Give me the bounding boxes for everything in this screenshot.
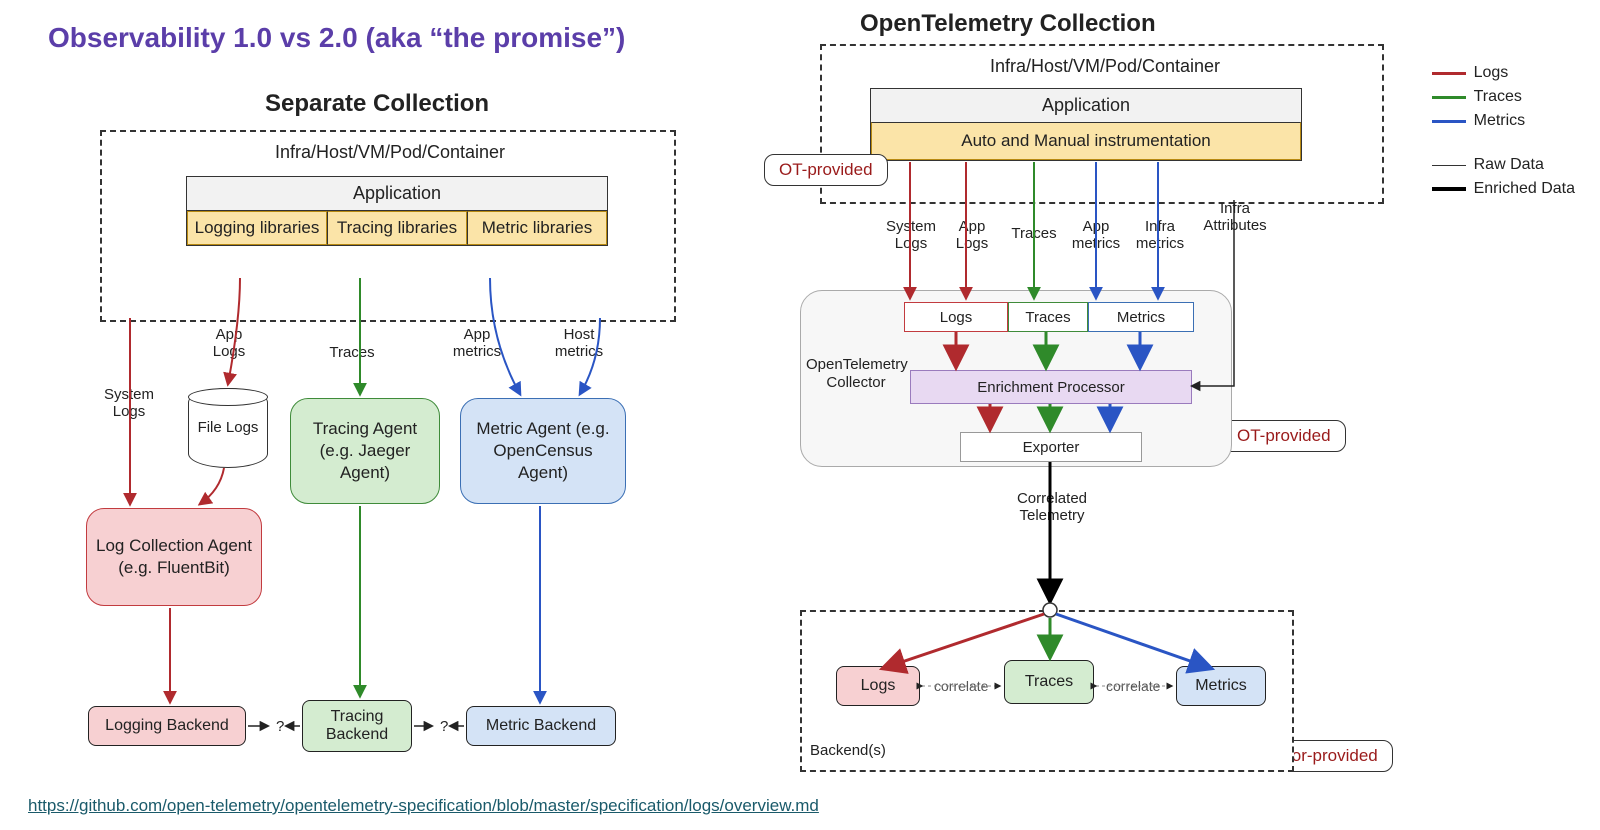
rflow-infra-attrs: Infra Attributes (1200, 200, 1270, 235)
flow-traces: Traces (322, 344, 382, 361)
trace-backend-box: Tracing Backend (302, 700, 412, 752)
left-lib-row: Logging libraries Tracing libraries Metr… (187, 210, 607, 245)
legend-traces: Traces (1432, 88, 1575, 106)
left-infra-label: Infra/Host/VM/Pod/Container (270, 142, 510, 163)
flow-app-logs: App Logs (204, 326, 254, 361)
question-2: ? (440, 718, 448, 735)
legend-logs: Logs (1432, 64, 1575, 82)
log-backend-box: Logging Backend (88, 706, 246, 746)
legend-enriched: Enriched Data (1432, 180, 1575, 198)
backend-traces: Traces (1004, 660, 1094, 704)
enrichment-processor: Enrichment Processor (910, 370, 1192, 404)
file-logs-cylinder: File Logs (188, 388, 268, 468)
flow-system-logs: System Logs (94, 386, 164, 421)
flow-host-metrics: Host metrics (548, 326, 610, 361)
correlate-1: correlate (934, 678, 988, 694)
right-infra-label: Infra/Host/VM/Pod/Container (980, 56, 1230, 77)
source-link[interactable]: https://github.com/open-telemetry/opente… (28, 796, 819, 816)
right-diagram-title: OpenTelemetry Collection (860, 10, 1156, 38)
left-application-header: Application (187, 177, 607, 210)
tracing-lib-cell: Tracing libraries (327, 211, 467, 245)
flow-app-metrics: App metrics (446, 326, 508, 361)
rflow-app-logs: App Logs (948, 218, 996, 253)
collector-metrics: Metrics (1088, 302, 1194, 332)
rflow-infra-metrics: Infra metrics (1132, 218, 1188, 253)
left-application-box: Application Logging libraries Tracing li… (186, 176, 608, 246)
legend-raw: Raw Data (1432, 156, 1575, 174)
backends-label: Backend(s) (810, 742, 900, 759)
collector-logs: Logs (904, 302, 1008, 332)
correlate-2: correlate (1106, 678, 1160, 694)
page-title: Observability 1.0 vs 2.0 (aka “the promi… (48, 22, 625, 54)
backend-logs: Logs (836, 666, 920, 706)
collector-label: OpenTelemetry Collector (806, 356, 906, 392)
rflow-app-metrics: App metrics (1068, 218, 1124, 253)
callout-ot-2: OT-provided (1222, 420, 1346, 452)
trace-agent-box: Tracing Agent (e.g. Jaeger Agent) (290, 398, 440, 504)
instrumentation-row: Auto and Manual instrumentation (871, 122, 1301, 160)
collector-traces: Traces (1008, 302, 1088, 332)
rflow-system-logs: System Logs (880, 218, 942, 253)
metric-agent-box: Metric Agent (e.g. OpenCensus Agent) (460, 398, 626, 504)
question-1: ? (276, 718, 284, 735)
callout-ot-1: OT-provided (764, 154, 888, 186)
log-agent-box: Log Collection Agent (e.g. FluentBit) (86, 508, 262, 606)
metric-backend-box: Metric Backend (466, 706, 616, 746)
rflow-traces: Traces (1006, 225, 1062, 242)
backend-metrics: Metrics (1176, 666, 1266, 706)
exporter-box: Exporter (960, 432, 1142, 462)
metric-lib-cell: Metric libraries (467, 211, 607, 245)
right-application-header: Application (871, 89, 1301, 122)
legend: Logs Traces Metrics Raw Data Enriched Da… (1432, 58, 1575, 204)
left-diagram-title: Separate Collection (265, 90, 489, 118)
right-application-box: Application Auto and Manual instrumentat… (870, 88, 1302, 161)
diagram-root: Observability 1.0 vs 2.0 (aka “the promi… (0, 0, 1600, 830)
logging-lib-cell: Logging libraries (187, 211, 327, 245)
correlated-label: Correlated Telemetry (1002, 490, 1102, 525)
legend-metrics: Metrics (1432, 112, 1575, 130)
